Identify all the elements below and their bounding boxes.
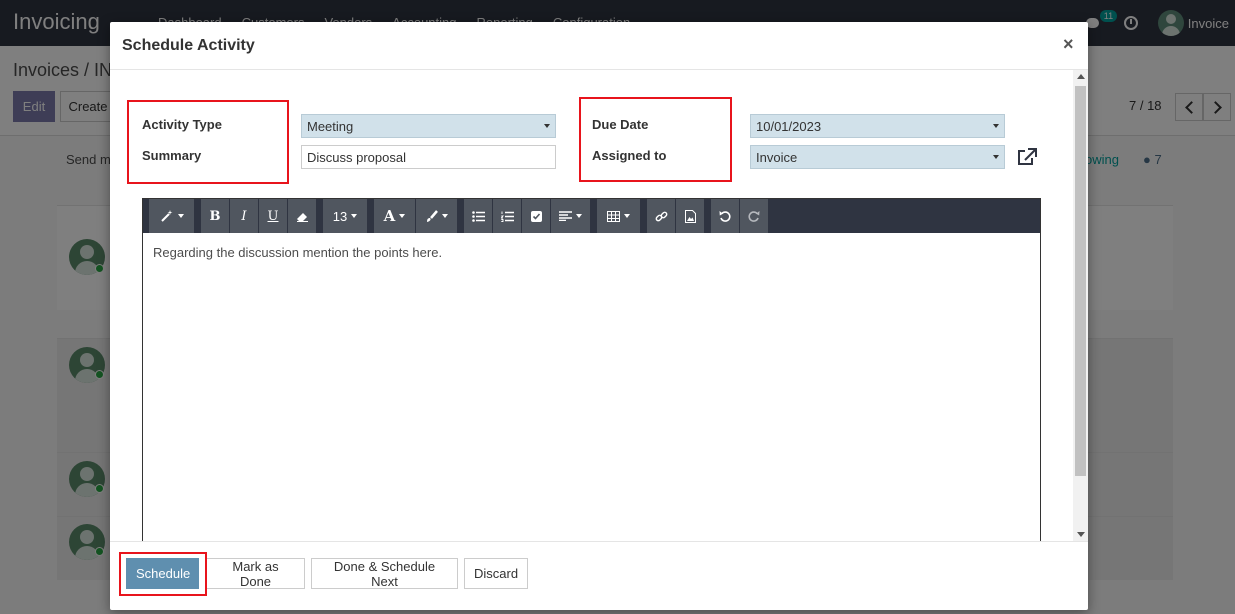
external-link-icon[interactable] xyxy=(1017,148,1037,166)
bold-icon[interactable]: B xyxy=(201,199,230,233)
activity-type-label: Activity Type xyxy=(142,117,222,132)
font-color-icon[interactable]: A xyxy=(374,199,416,233)
magic-wand-icon[interactable] xyxy=(149,199,195,233)
align-icon[interactable] xyxy=(551,199,591,233)
schedule-activity-dialog: Schedule Activity × Activity Type Meetin… xyxy=(110,22,1088,610)
dialog-footer: Schedule Mark as Done Done & Schedule Ne… xyxy=(110,541,1088,610)
chevron-down-icon xyxy=(544,124,550,128)
dialog-body: Activity Type Meeting Summary Discuss pr… xyxy=(110,70,1088,541)
mark-as-done-button[interactable]: Mark as Done xyxy=(206,558,305,589)
activity-type-value: Meeting xyxy=(307,119,354,134)
discard-button[interactable]: Discard xyxy=(464,558,528,589)
image-icon[interactable] xyxy=(676,199,705,233)
eraser-icon[interactable] xyxy=(288,199,317,233)
summary-label: Summary xyxy=(142,148,202,163)
link-icon[interactable] xyxy=(647,199,676,233)
schedule-button[interactable]: Schedule xyxy=(126,558,199,589)
done-schedule-next-button[interactable]: Done & Schedule Next xyxy=(311,558,458,589)
due-date-value: 10/01/2023 xyxy=(756,119,822,134)
table-icon[interactable] xyxy=(597,199,641,233)
dialog-title: Schedule Activity xyxy=(122,37,255,54)
redo-icon[interactable] xyxy=(740,199,769,233)
font-size-dropdown[interactable]: 13 xyxy=(323,199,368,233)
brush-icon[interactable] xyxy=(416,199,458,233)
highlight-box-activity xyxy=(127,100,289,184)
underline-icon[interactable]: U xyxy=(259,199,288,233)
bullet-list-icon[interactable] xyxy=(464,199,493,233)
note-content[interactable]: Regarding the discussion mention the poi… xyxy=(153,245,442,260)
assigned-to-value: Invoice xyxy=(756,150,798,165)
assigned-to-label: Assigned to xyxy=(592,148,667,163)
undo-icon[interactable] xyxy=(711,199,740,233)
scroll-up-icon[interactable] xyxy=(1077,74,1085,79)
dialog-header: Schedule Activity × xyxy=(110,22,1088,70)
highlight-box-due-date xyxy=(579,97,732,182)
numbered-list-icon[interactable] xyxy=(493,199,522,233)
dialog-scrollbar[interactable] xyxy=(1073,70,1088,541)
editor-toolbar: B I U 13 A xyxy=(143,199,1040,233)
chevron-down-icon xyxy=(993,124,999,128)
note-editor[interactable]: B I U 13 A Regarding the discussion ment… xyxy=(142,198,1041,541)
summary-input[interactable]: Discuss proposal xyxy=(301,145,556,169)
font-size-value: 13 xyxy=(332,208,348,224)
close-icon[interactable]: × xyxy=(1063,34,1074,55)
activity-type-select[interactable]: Meeting xyxy=(301,114,556,138)
assigned-to-select[interactable]: Invoice xyxy=(750,145,1005,169)
scroll-down-icon[interactable] xyxy=(1077,532,1085,537)
scroll-thumb[interactable] xyxy=(1075,86,1086,476)
italic-icon[interactable]: I xyxy=(230,199,259,233)
checklist-icon[interactable] xyxy=(522,199,551,233)
due-date-label: Due Date xyxy=(592,117,649,132)
chevron-down-icon xyxy=(993,155,999,159)
due-date-picker[interactable]: 10/01/2023 xyxy=(750,114,1005,138)
